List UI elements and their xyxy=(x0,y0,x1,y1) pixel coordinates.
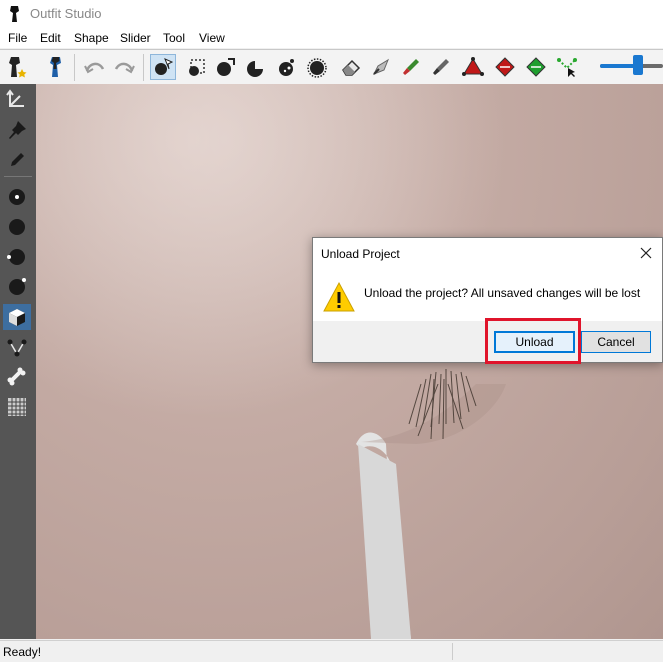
close-icon[interactable] xyxy=(637,244,655,262)
window-title: Outfit Studio xyxy=(30,6,102,21)
collapse-vertex-icon[interactable] xyxy=(554,54,580,80)
brush-unmask-icon[interactable] xyxy=(368,54,394,80)
brush-move-icon[interactable] xyxy=(274,54,300,80)
vertex-red-diamond-icon[interactable] xyxy=(492,54,518,80)
dialog-title: Unload Project xyxy=(321,247,400,261)
menu-view[interactable]: View xyxy=(199,31,225,45)
side-tool-palette xyxy=(0,84,36,639)
grid-icon[interactable] xyxy=(3,394,31,420)
show-wireframe-icon[interactable] xyxy=(3,214,31,240)
brush-smooth-icon[interactable] xyxy=(304,54,330,80)
cube-icon[interactable] xyxy=(3,304,31,330)
menu-tool[interactable]: Tool xyxy=(163,31,185,45)
undo-icon[interactable] xyxy=(82,54,108,80)
pencil-icon[interactable] xyxy=(3,147,31,173)
vertex-green-icon[interactable] xyxy=(523,54,549,80)
menu-bar: File Edit Shape Slider Tool View xyxy=(0,28,663,48)
anchor-icon[interactable] xyxy=(3,86,31,112)
status-bar: Ready! xyxy=(0,640,663,662)
cancel-button[interactable]: Cancel xyxy=(581,331,651,353)
title-bar: Outfit Studio xyxy=(0,0,663,28)
brush-weight-icon[interactable] xyxy=(398,54,424,80)
select-icon[interactable] xyxy=(150,54,176,80)
load-project-icon[interactable] xyxy=(44,54,70,80)
vertex-red-icon[interactable] xyxy=(460,54,486,80)
app-icon xyxy=(10,6,19,22)
menu-shape[interactable]: Shape xyxy=(74,31,109,45)
transform-icon[interactable] xyxy=(184,54,210,80)
bone-icon[interactable] xyxy=(3,364,31,390)
brush-inflate-icon[interactable] xyxy=(212,54,238,80)
brush-size-slider-thumb[interactable] xyxy=(633,55,643,75)
brush-size-slider[interactable] xyxy=(600,64,663,68)
status-text: Ready! xyxy=(3,645,42,659)
brush-mask-icon[interactable] xyxy=(338,54,364,80)
unload-button-highlight xyxy=(485,318,581,364)
dialog-message: Unload the project? All unsaved changes … xyxy=(364,286,641,300)
menu-slider[interactable]: Slider xyxy=(120,31,151,45)
brush-deflate-icon[interactable] xyxy=(242,54,268,80)
redo-icon[interactable] xyxy=(111,54,137,80)
toolbar xyxy=(0,49,663,86)
pin-icon[interactable] xyxy=(3,117,31,143)
menu-edit[interactable]: Edit xyxy=(40,31,61,45)
status-divider xyxy=(452,643,453,660)
bone-segment-icon[interactable] xyxy=(3,334,31,360)
brush-color-icon[interactable] xyxy=(428,54,454,80)
warning-icon xyxy=(323,281,355,312)
show-lighting-icon[interactable] xyxy=(3,244,31,270)
show-vertices-icon[interactable] xyxy=(3,184,31,210)
new-project-icon[interactable] xyxy=(4,54,30,80)
show-textures-icon[interactable] xyxy=(3,274,31,300)
menu-file[interactable]: File xyxy=(8,31,27,45)
